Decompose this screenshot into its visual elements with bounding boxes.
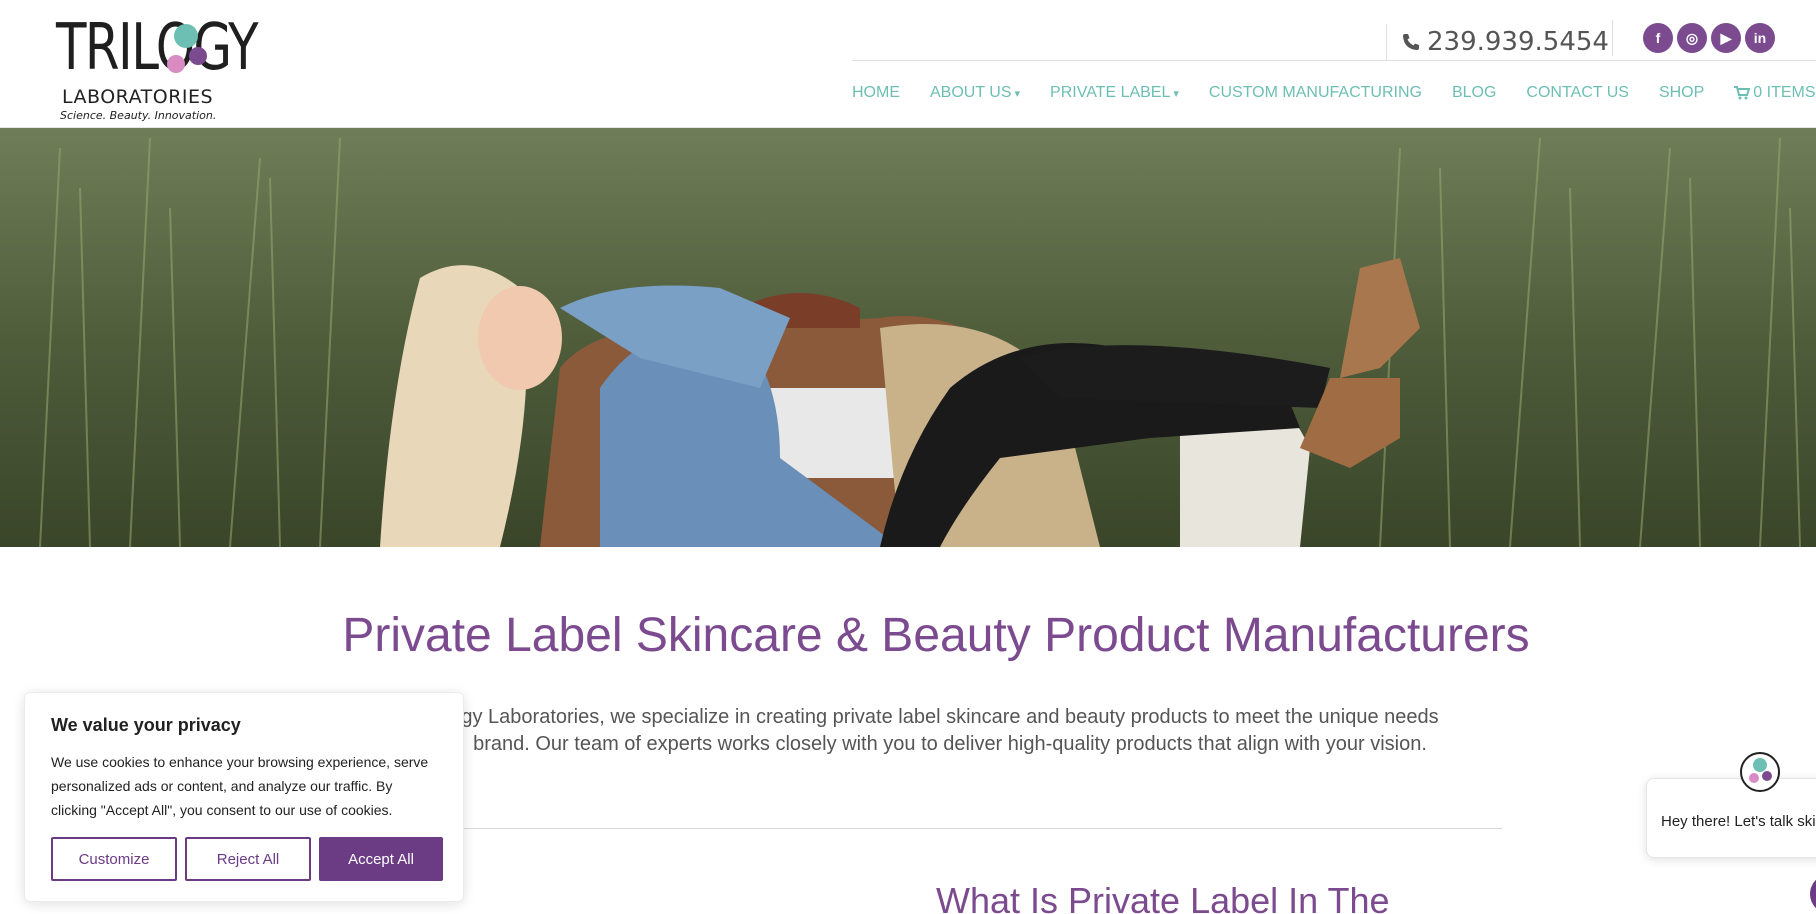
nav-private-label-label: PRIVATE LABEL bbox=[1050, 84, 1171, 101]
cookie-title: We value your privacy bbox=[51, 715, 241, 735]
customize-button[interactable]: Customize bbox=[51, 837, 177, 881]
logo-dots-icon bbox=[167, 24, 207, 73]
cart-count-label: 0 ITEMS bbox=[1753, 84, 1816, 101]
section-divider bbox=[424, 828, 1502, 829]
section-heading: What Is Private Label In The bbox=[936, 880, 1390, 914]
chat-launcher-button[interactable] bbox=[1810, 874, 1816, 914]
nav-private-label[interactable]: PRIVATE LABEL ▾ bbox=[1050, 84, 1179, 102]
main-nav: HOME ABOUT US ▾ PRIVATE LABEL ▾ CUSTOM MAN… bbox=[852, 84, 1816, 102]
linkedin-icon[interactable]: in bbox=[1745, 23, 1775, 53]
chat-logo-dots-icon bbox=[1749, 758, 1772, 783]
social-links: f ◎ ▶ in bbox=[1612, 20, 1775, 56]
chat-avatar[interactable] bbox=[1740, 752, 1780, 792]
logo-subtitle: LABORATORIES bbox=[62, 86, 214, 108]
caret-down-icon: ▾ bbox=[1173, 87, 1179, 100]
hero-photo bbox=[0, 128, 1816, 547]
hero-banner-image bbox=[0, 128, 1816, 547]
phone-icon bbox=[1403, 34, 1419, 50]
nav-blog[interactable]: BLOG bbox=[1452, 84, 1496, 102]
nav-custom-manufacturing[interactable]: CUSTOM MANUFACTURING bbox=[1209, 84, 1422, 102]
intro-line-1: gy Laboratories, we specialize in creati… bbox=[461, 706, 1439, 728]
chat-greeting-bubble[interactable]: Hey there! Let's talk ski bbox=[1646, 778, 1816, 858]
cookie-actions: Customize Reject All Accept All bbox=[51, 837, 443, 881]
site-header: TRILOGY LABORATORIES Science. Beauty. In… bbox=[0, 0, 1816, 128]
cookie-consent-banner: We value your privacy We use cookies to … bbox=[24, 692, 464, 902]
phone-number: 239.939.5454 bbox=[1427, 27, 1609, 57]
nav-home[interactable]: HOME bbox=[852, 84, 900, 102]
phone-contact[interactable]: 239.939.5454 bbox=[1386, 24, 1609, 60]
nav-home-label: HOME bbox=[852, 84, 900, 101]
nav-about-us-label: ABOUT US bbox=[930, 84, 1012, 101]
nav-divider bbox=[852, 60, 1816, 61]
logo-tagline: Science. Beauty. Innovation. bbox=[60, 109, 217, 122]
youtube-icon[interactable]: ▶ bbox=[1711, 23, 1741, 53]
reject-all-button[interactable]: Reject All bbox=[185, 837, 311, 881]
facebook-icon[interactable]: f bbox=[1643, 23, 1673, 53]
page-title: Private Label Skincare & Beauty Product … bbox=[342, 609, 1530, 662]
nav-contact-us-label: CONTACT US bbox=[1526, 84, 1629, 101]
caret-down-icon: ▾ bbox=[1014, 87, 1021, 100]
nav-custom-manufacturing-label: CUSTOM MANUFACTURING bbox=[1208, 84, 1422, 101]
intro-line-2: brand. Our team of experts works closely… bbox=[473, 733, 1427, 755]
nav-blog-label: BLOG bbox=[1451, 84, 1497, 101]
cookie-text: We use cookies to enhance your browsing … bbox=[51, 754, 429, 818]
nav-shop[interactable]: SHOP bbox=[1659, 84, 1704, 102]
intro-paragraph: gy Laboratories, we specialize in creati… bbox=[420, 704, 1480, 758]
location-pin-icon[interactable]: ◎ bbox=[1677, 23, 1707, 53]
nav-shop-label: SHOP bbox=[1658, 84, 1705, 101]
nav-contact-us[interactable]: CONTACT US bbox=[1526, 84, 1629, 102]
nav-about-us[interactable]: ABOUT US ▾ bbox=[930, 84, 1020, 102]
nav-cart[interactable]: 0 ITEMS bbox=[1734, 84, 1816, 102]
cart-icon bbox=[1734, 86, 1751, 100]
accept-all-button[interactable]: Accept All bbox=[319, 837, 443, 881]
trilogy-logo[interactable]: TRILOGY LABORATORIES Science. Beauty. In… bbox=[56, 16, 296, 126]
